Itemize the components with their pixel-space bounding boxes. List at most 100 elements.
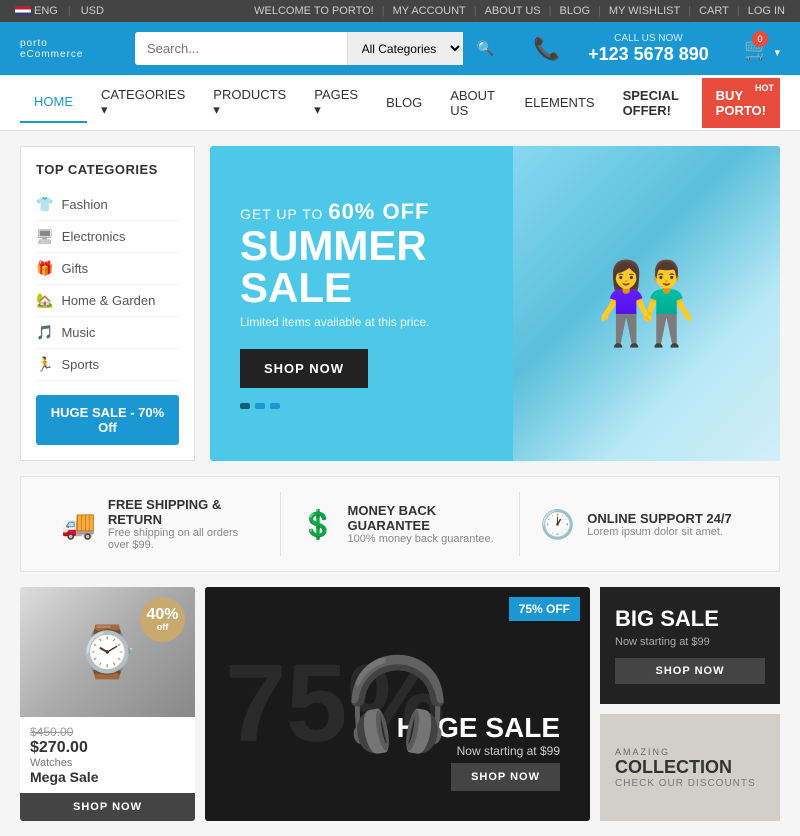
category-select[interactable]: All Categories Fashion Electronics (347, 32, 463, 65)
watch-name: Mega Sale (30, 769, 185, 785)
sidebar-title: TOP CATEGORIES (36, 162, 179, 177)
watch-old-price: $450.00 (30, 725, 185, 739)
collection-label: AMAZING (615, 747, 765, 757)
cat-home-garden[interactable]: 🏡 Home & Garden (36, 285, 179, 317)
hot-badge: HOT (751, 82, 778, 94)
banner-image: 👫 (513, 146, 780, 461)
shipping-icon: 🚚 (61, 508, 96, 541)
fashion-icon: 👕 (36, 196, 53, 213)
watch-pct: 40% (146, 607, 178, 623)
collection-card: AMAZING COLLECTION CHECK OUR DISCOUNTS (600, 714, 780, 821)
main-nav: HOME CATEGORIES ▾ PRODUCTS ▾ PAGES ▾ BLO… (0, 75, 800, 131)
nav-special-offer[interactable]: SPECIAL OFFER! (609, 76, 702, 130)
cart-link-top[interactable]: CART (699, 5, 729, 17)
wishlist-link[interactable]: MY WISHLIST (609, 5, 680, 17)
feature-money-text: MONEY BACK GUARANTEE 100% money back gua… (348, 503, 500, 545)
search-bar: All Categories Fashion Electronics 🔍 (135, 32, 508, 65)
feature-money-back: 💲 MONEY BACK GUARANTEE 100% money back g… (281, 492, 521, 556)
banner-shop-button[interactable]: SHOP NOW (240, 349, 368, 388)
headphone-promo-card: 75% 75% OFF 🎧 HUGE SALE Now starting at … (205, 587, 590, 821)
feature-shipping-title: FREE SHIPPING & RETURN (108, 497, 260, 527)
electronics-icon: 🖥 (36, 228, 54, 245)
search-input[interactable] (135, 32, 347, 65)
watch-shop-button[interactable]: SHOP NOW (20, 793, 195, 821)
collection-title: COLLECTION (615, 757, 765, 778)
nav-products[interactable]: PRODUCTS ▾ (199, 75, 300, 130)
cat-fashion[interactable]: 👕 Fashion (36, 189, 179, 221)
logo-text: porto (20, 38, 120, 49)
nav-categories[interactable]: CATEGORIES ▾ (87, 75, 199, 130)
feature-support-desc: Lorem ipsum dolor sit amet. (587, 526, 731, 538)
big-sale-card: BIG SALE Now starting at $99 SHOP NOW (600, 587, 780, 704)
blog-link[interactable]: BLOG (559, 5, 590, 17)
cat-home-label: Home & Garden (61, 293, 155, 308)
nav-buy-porto[interactable]: BUY PORTO! HOT (702, 78, 780, 128)
login-link[interactable]: LOG IN (748, 5, 785, 17)
language-selector[interactable]: ENG (15, 5, 58, 17)
about-us-link[interactable]: ABOUT US (485, 5, 541, 17)
cat-gifts-label: Gifts (61, 261, 88, 276)
top-bar-right: WELCOME TO PORTO! | MY ACCOUNT | ABOUT U… (254, 5, 785, 17)
dot-3[interactable] (270, 403, 280, 409)
watch-badge: 40% off (140, 597, 185, 642)
features-bar: 🚚 FREE SHIPPING & RETURN Free shipping o… (20, 476, 780, 572)
banner-subtitle: GET UP TO 60% OFF (240, 199, 483, 225)
watch-off: off (157, 623, 169, 632)
home-icon: 🏡 (36, 292, 53, 309)
money-icon: 💲 (301, 508, 336, 541)
cart-badge: 0 (752, 31, 768, 47)
sports-icon: 🏃 (36, 356, 53, 373)
support-icon: 🕐 (540, 508, 575, 541)
dot-2[interactable] (255, 403, 265, 409)
big-sale-desc: Now starting at $99 (615, 636, 765, 648)
phone-info: CALL US NOW +123 5678 890 (568, 33, 728, 65)
top-bar: ENG | USD WELCOME TO PORTO! | MY ACCOUNT… (0, 0, 800, 22)
call-label: CALL US NOW (568, 33, 728, 44)
hero-banner: GET UP TO 60% OFF SUMMER SALE Limited it… (210, 146, 780, 461)
nav-about[interactable]: ABOUT US (436, 76, 510, 130)
cat-music-label: Music (61, 325, 95, 340)
music-icon: 🎵 (36, 324, 53, 341)
watch-promo-card: 40% off ⌚ $450.00 $270.00 Watches Mega S… (20, 587, 195, 821)
cat-sports[interactable]: 🏃 Sports (36, 349, 179, 381)
promo-right-column: BIG SALE Now starting at $99 SHOP NOW AM… (600, 587, 780, 821)
phone-icon: 📞 (533, 36, 560, 62)
watch-category: Watches (30, 757, 185, 769)
huge-sale-button[interactable]: HUGE SALE - 70% Off (36, 395, 179, 445)
feature-support-title: ONLINE SUPPORT 24/7 (587, 511, 731, 526)
banner-title: SUMMER SALE (240, 225, 483, 309)
feature-shipping-text: FREE SHIPPING & RETURN Free shipping on … (108, 497, 260, 551)
top-bar-left: ENG | USD (15, 5, 104, 17)
feature-money-title: MONEY BACK GUARANTEE (348, 503, 500, 533)
cat-music[interactable]: 🎵 Music (36, 317, 179, 349)
product-section: 40% off ⌚ $450.00 $270.00 Watches Mega S… (0, 572, 800, 836)
nav-pages[interactable]: PAGES ▾ (300, 75, 372, 130)
my-account-link[interactable]: MY ACCOUNT (393, 5, 466, 17)
big-sale-button[interactable]: SHOP NOW (615, 658, 765, 684)
flag-icon (15, 6, 31, 16)
collection-desc: CHECK OUR DISCOUNTS (615, 778, 765, 789)
cart-area[interactable]: 🛒 0 ▾ (743, 36, 780, 62)
banner-desc: Limited items available at this price. (240, 315, 483, 329)
cat-sports-label: Sports (61, 357, 99, 372)
banner-text: GET UP TO 60% OFF SUMMER SALE Limited it… (210, 169, 513, 439)
cat-gifts[interactable]: 🎁 Gifts (36, 253, 179, 285)
nav-right: SPECIAL OFFER! BUY PORTO! HOT (609, 76, 780, 130)
phone-number: +123 5678 890 (568, 44, 728, 65)
header: porto eCommerce All Categories Fashion E… (0, 22, 800, 75)
logo[interactable]: porto eCommerce (20, 38, 120, 60)
nav-home[interactable]: HOME (20, 82, 87, 123)
feature-shipping: 🚚 FREE SHIPPING & RETURN Free shipping o… (41, 492, 281, 556)
welcome-text: WELCOME TO PORTO! (254, 5, 374, 17)
category-list: 👕 Fashion 🖥 Electronics 🎁 Gifts 🏡 Home &… (36, 189, 179, 381)
dot-1[interactable] (240, 403, 250, 409)
currency-selector[interactable]: USD (81, 5, 104, 17)
headphone-shop-button[interactable]: SHOP NOW (451, 763, 560, 791)
main-content: TOP CATEGORIES 👕 Fashion 🖥 Electronics 🎁… (0, 131, 800, 476)
feature-support: 🕐 ONLINE SUPPORT 24/7 Lorem ipsum dolor … (520, 492, 759, 556)
nav-elements[interactable]: ELEMENTS (510, 83, 608, 122)
search-button[interactable]: 🔍 (463, 32, 508, 65)
cat-electronics[interactable]: 🖥 Electronics (36, 221, 179, 253)
nav-blog[interactable]: BLOG (372, 83, 436, 122)
headphone-image: 🎧 (341, 652, 453, 757)
